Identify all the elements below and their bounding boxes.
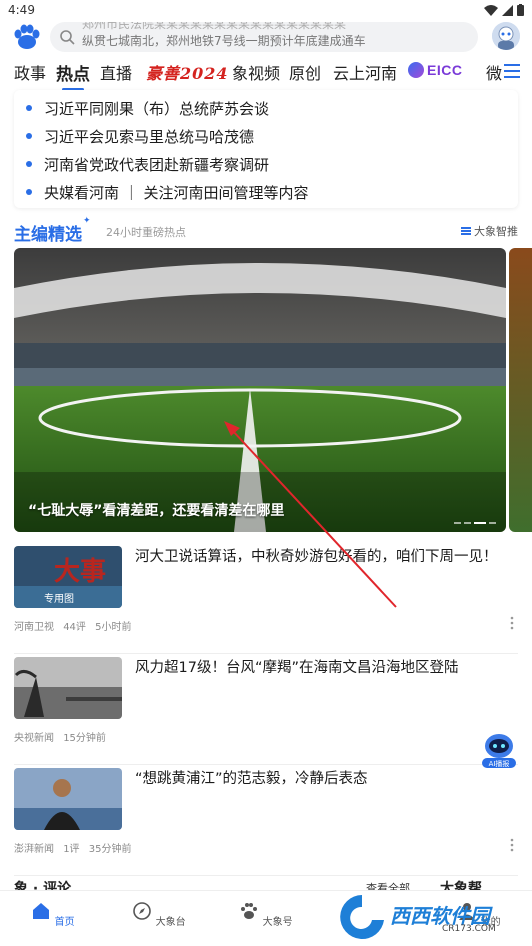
more-options-icon[interactable] xyxy=(510,838,514,852)
nav-account[interactable]: 大象号 xyxy=(236,901,296,928)
carousel-dot xyxy=(464,522,471,524)
news-meta: 央视新闻 15分钟前 xyxy=(14,729,112,744)
nav-home[interactable]: 首页 xyxy=(23,901,83,928)
eicc-label: EICC xyxy=(427,62,463,78)
typhoon-image xyxy=(14,657,122,719)
ai-recommend-button[interactable]: 大象智推 xyxy=(461,223,518,239)
news-thumbnail: 大事 专用图 xyxy=(14,546,122,608)
nav-home-label: 首页 xyxy=(54,917,75,928)
hero-banner[interactable]: “七耻大辱”看清差距，还要看清差在哪里 xyxy=(14,248,506,532)
section-subtitle: 24小时重磅热点 xyxy=(106,226,186,239)
news-item[interactable]: 大事 专用图 河大卫说话算话，中秋奇妙游包好看的，咱们下周一见！ 河南卫视 44… xyxy=(14,546,518,654)
news-thumbnail xyxy=(14,768,122,830)
headline-text: 央媒看河南 ｜ 关注河南田间管理等内容 xyxy=(44,183,309,202)
bullet-icon xyxy=(26,189,32,195)
hero-caption: “七耻大辱”看清差距，还要看清差在哪里 xyxy=(28,503,285,519)
news-title: 河大卫说话算话，中秋奇妙游包好看的，咱们下周一见！ xyxy=(135,549,498,565)
news-source: 河南卫视 xyxy=(14,622,54,633)
system-icons xyxy=(484,4,524,16)
search-ticker: 郑州市民法院某某某某某某某某某某某某某某某某 纵贯七城南北，郑州地铁7号线一期预… xyxy=(82,22,472,50)
bullet-icon xyxy=(26,161,32,167)
ai-broadcast-button[interactable]: AI播报 xyxy=(478,728,520,770)
news-comments: 1评 xyxy=(63,844,80,855)
news-time: 35分钟前 xyxy=(88,844,132,855)
headline-item[interactable]: 习近平会见索马里总统马哈茂德 xyxy=(24,122,508,150)
avatar[interactable] xyxy=(492,22,520,50)
news-item[interactable]: “想跳黄浦江”的范志毅，冷静后表态 澎湃新闻 1评 35分钟前 xyxy=(14,768,518,876)
bullet-icon xyxy=(26,105,32,111)
news-title: 风力超17级！台风“摩羯”在海南文昌沿海地区登陆 xyxy=(135,660,459,676)
thumb-title: 大事 xyxy=(54,557,106,587)
nav-station[interactable]: 大象台 xyxy=(129,901,189,928)
carousel-indicator xyxy=(454,522,496,524)
home-icon xyxy=(33,903,50,919)
wifi-icon xyxy=(484,4,498,16)
tab-original[interactable]: 原创 xyxy=(289,60,321,84)
app-logo-paw-icon[interactable] xyxy=(12,22,42,52)
carousel-dot xyxy=(454,522,461,524)
status-time: 4:49 xyxy=(8,3,35,17)
bullet-icon xyxy=(26,133,32,139)
ticker-line-1: 郑州市民法院某某某某某某某某某某某某某某某某 xyxy=(82,22,347,31)
ticker-line-2: 纵贯七城南北，郑州地铁7号线一期预计年底建成通车 xyxy=(82,34,366,48)
eicc-logo-icon xyxy=(408,62,424,78)
stadium-image xyxy=(14,248,506,532)
tab-politics[interactable]: 政事 xyxy=(14,60,46,84)
carousel-dot-active xyxy=(474,522,486,524)
news-title: “想跳黄浦江”的范志毅，冷静后表态 xyxy=(135,771,368,787)
tab-video[interactable]: 象视频 xyxy=(232,60,280,84)
headline-list: 习近平同刚果（布）总统萨苏会谈 习近平会见索马里总统马哈茂德 河南省党政代表团赴… xyxy=(14,90,518,208)
more-options-icon[interactable] xyxy=(510,616,514,630)
search-bar[interactable]: 郑州市民法院某某某某某某某某某某某某某某某某 纵贯七城南北，郑州地铁7号线一期预… xyxy=(50,22,478,52)
ai-broadcast-label: AI播报 xyxy=(489,759,510,768)
tab-special-2024[interactable]: 豪善2024 xyxy=(146,60,229,84)
watermark-subtext: CR173.COM xyxy=(442,924,496,934)
sparkle-icon: ✦ xyxy=(83,216,91,226)
thumb-subtitle: 专用图 xyxy=(44,592,74,605)
robot-icon: AI播报 xyxy=(482,734,516,768)
list-icon xyxy=(461,227,471,235)
headline-text: 习近平同刚果（布）总统萨苏会谈 xyxy=(44,99,270,118)
tab-eicc[interactable]: EICC xyxy=(408,62,462,78)
app-header: 郑州市民法院某某某某某某某某某某某某某某某某 纵贯七城南北，郑州地铁7号线一期预… xyxy=(0,20,532,56)
news-item[interactable]: 风力超17级！台风“摩羯”在海南文昌沿海地区登陆 央视新闻 15分钟前 xyxy=(14,657,518,765)
news-thumbnail xyxy=(14,657,122,719)
tab-cloud-henan[interactable]: 云上河南 xyxy=(333,60,397,84)
headline-text: 河南省党政代表团赴新疆考察调研 xyxy=(44,155,270,174)
headline-text: 习近平会见索马里总统马哈茂德 xyxy=(44,127,255,146)
search-icon xyxy=(60,30,75,45)
headline-item[interactable]: 央媒看河南 ｜ 关注河南田间管理等内容 xyxy=(24,178,508,206)
tab-hot[interactable]: 热点 xyxy=(56,60,90,91)
battery-icon xyxy=(517,4,524,16)
editors-picks-header: 主编精选 ✦ 24小时重磅热点 大象智推 xyxy=(14,216,518,245)
compass-icon xyxy=(133,902,152,920)
headline-item[interactable]: 河南省党政代表团赴新疆考察调研 xyxy=(24,150,508,178)
big-event-image: 大事 专用图 xyxy=(14,546,122,608)
watermark: 西西软件园 CR173.COM xyxy=(332,890,518,940)
nav-account-label: 大象号 xyxy=(262,917,293,928)
ai-recommend-label: 大象智推 xyxy=(474,225,518,238)
headline-item[interactable]: 习近平同刚果（布）总统萨苏会谈 xyxy=(24,94,508,122)
channel-tabs: 政事 热点 直播 豪善2024 象视频 原创 云上河南 EICC 微 xyxy=(0,56,532,91)
paw-icon xyxy=(241,903,258,919)
carousel-dot xyxy=(489,522,496,524)
news-source: 央视新闻 xyxy=(14,733,54,744)
news-source: 澎湃新闻 xyxy=(14,844,54,855)
tab-live[interactable]: 直播 xyxy=(100,60,132,84)
news-time: 5小时前 xyxy=(95,622,132,633)
next-banner-peek[interactable] xyxy=(509,248,532,532)
section-title: 主编精选 xyxy=(14,225,82,245)
tab-micro[interactable]: 微 xyxy=(486,60,502,84)
nav-station-label: 大象台 xyxy=(155,917,186,928)
news-meta: 澎湃新闻 1评 35分钟前 xyxy=(14,840,137,855)
menu-icon[interactable] xyxy=(504,64,520,78)
robot-avatar-icon xyxy=(492,22,520,50)
news-comments: 44评 xyxy=(63,622,86,633)
news-meta: 河南卫视 44评 5小时前 xyxy=(14,618,137,633)
status-bar: 4:49 xyxy=(0,0,532,20)
signal-icon xyxy=(502,4,513,16)
news-time: 15分钟前 xyxy=(63,733,106,744)
watermark-logo-icon xyxy=(340,895,384,939)
person-image xyxy=(14,768,122,830)
